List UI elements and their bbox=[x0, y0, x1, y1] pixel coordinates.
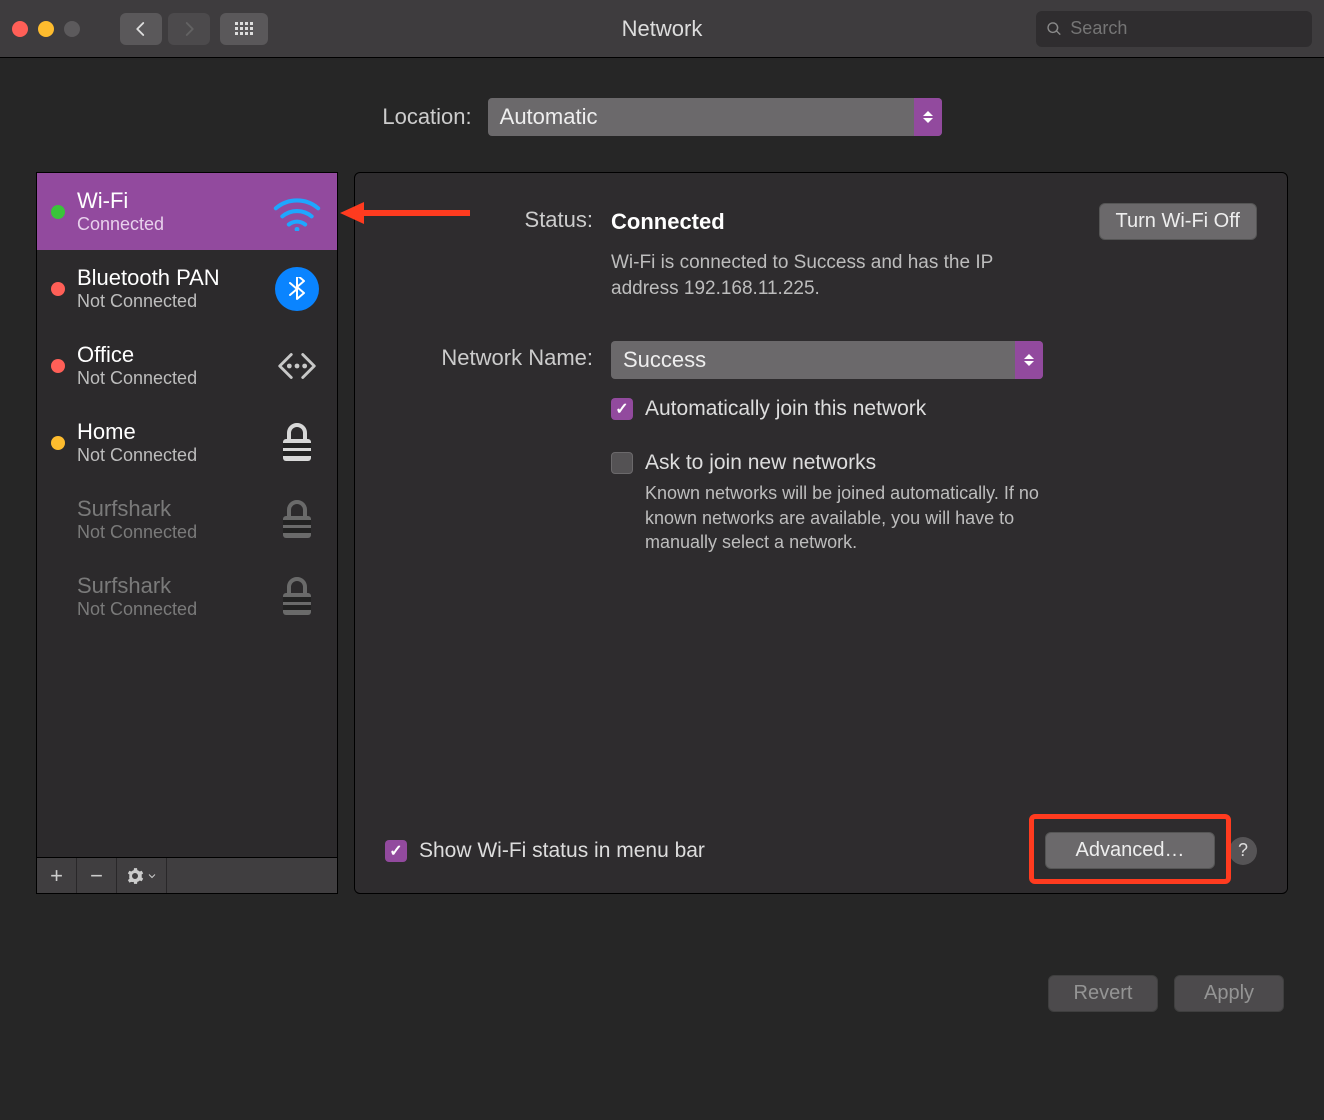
sidebar-item-sub: Not Connected bbox=[77, 445, 259, 466]
sidebar-item-name: Home bbox=[77, 419, 259, 445]
network-dots-icon bbox=[271, 343, 323, 389]
lock-icon bbox=[271, 498, 323, 542]
status-description: Wi-Fi is connected to Success and has th… bbox=[611, 250, 1041, 301]
forward-button[interactable] bbox=[168, 13, 210, 45]
sidebar-item-sub: Connected bbox=[77, 214, 259, 235]
sidebar-item-office[interactable]: Office Not Connected bbox=[37, 327, 337, 404]
show-menu-row[interactable]: Show Wi-Fi status in menu bar bbox=[385, 839, 705, 863]
search-field[interactable] bbox=[1036, 11, 1312, 47]
sidebar-item-name: Surfshark bbox=[77, 496, 259, 522]
status-value: Connected bbox=[611, 209, 725, 235]
status-dot-icon bbox=[51, 359, 65, 373]
detail-panel: Status: Connected Turn Wi-Fi Off Wi-Fi i… bbox=[354, 172, 1288, 894]
close-window-button[interactable] bbox=[12, 21, 28, 37]
interface-actions-button[interactable] bbox=[117, 858, 167, 893]
show-menu-checkbox[interactable] bbox=[385, 840, 407, 862]
status-dot-icon bbox=[51, 282, 65, 296]
sidebar-item-sub: Not Connected bbox=[77, 522, 259, 543]
bottom-buttons: Revert Apply bbox=[1048, 975, 1284, 1012]
sidebar-item-name: Office bbox=[77, 342, 259, 368]
sidebar-item-sub: Not Connected bbox=[77, 599, 259, 620]
sidebar-item-sub: Not Connected bbox=[77, 368, 259, 389]
status-label: Status: bbox=[385, 203, 611, 233]
status-dot-icon bbox=[51, 590, 65, 604]
nav-buttons bbox=[120, 13, 210, 45]
location-value: Automatic bbox=[500, 104, 598, 130]
minimize-window-button[interactable] bbox=[38, 21, 54, 37]
search-icon bbox=[1046, 20, 1062, 38]
help-button[interactable]: ? bbox=[1229, 837, 1257, 865]
sidebar-item-home[interactable]: Home Not Connected bbox=[37, 404, 337, 481]
back-button[interactable] bbox=[120, 13, 162, 45]
sidebar-item-name: Surfshark bbox=[77, 573, 259, 599]
location-select[interactable]: Automatic bbox=[488, 98, 942, 136]
sidebar-item-wifi[interactable]: Wi-Fi Connected bbox=[37, 173, 337, 250]
window-title: Network bbox=[622, 16, 703, 42]
sidebar-item-name: Wi-Fi bbox=[77, 188, 259, 214]
show-all-button[interactable] bbox=[220, 13, 268, 45]
status-dot-icon bbox=[51, 436, 65, 450]
select-stepper-icon bbox=[914, 98, 942, 136]
interface-sidebar: Wi-Fi Connected Bluetooth PAN Not Connec… bbox=[36, 172, 338, 894]
sidebar-item-sub: Not Connected bbox=[77, 291, 259, 312]
show-menu-label: Show Wi-Fi status in menu bar bbox=[419, 839, 705, 863]
sidebar-item-surfshark-1[interactable]: Surfshark Not Connected bbox=[37, 481, 337, 558]
sidebar-item-surfshark-2[interactable]: Surfshark Not Connected bbox=[37, 558, 337, 635]
bluetooth-icon bbox=[271, 267, 323, 311]
zoom-window-button[interactable] bbox=[64, 21, 80, 37]
gear-icon bbox=[126, 867, 144, 885]
auto-join-label: Automatically join this network bbox=[645, 397, 926, 421]
network-name-select[interactable]: Success bbox=[611, 341, 1043, 379]
ask-join-hint: Known networks will be joined automatica… bbox=[645, 481, 1065, 554]
chevron-down-icon bbox=[146, 870, 158, 882]
sidebar-footer: + − bbox=[37, 857, 337, 893]
ask-join-label: Ask to join new networks bbox=[645, 451, 876, 475]
apply-button[interactable]: Apply bbox=[1174, 975, 1284, 1012]
auto-join-row[interactable]: Automatically join this network bbox=[611, 397, 1257, 421]
add-interface-button[interactable]: + bbox=[37, 858, 77, 893]
sidebar-item-bluetooth-pan[interactable]: Bluetooth PAN Not Connected bbox=[37, 250, 337, 327]
location-row: Location: Automatic bbox=[0, 98, 1324, 136]
search-input[interactable] bbox=[1070, 18, 1302, 39]
turn-wifi-off-button[interactable]: Turn Wi-Fi Off bbox=[1099, 203, 1257, 240]
ask-join-row[interactable]: Ask to join new networks bbox=[611, 451, 1257, 475]
grid-icon bbox=[235, 22, 253, 35]
status-dot-icon bbox=[51, 513, 65, 527]
status-dot-icon bbox=[51, 205, 65, 219]
revert-button[interactable]: Revert bbox=[1048, 975, 1158, 1012]
ask-join-checkbox[interactable] bbox=[611, 452, 633, 474]
lock-icon bbox=[271, 421, 323, 465]
remove-interface-button[interactable]: − bbox=[77, 858, 117, 893]
auto-join-checkbox[interactable] bbox=[611, 398, 633, 420]
lock-icon bbox=[271, 575, 323, 619]
sidebar-item-name: Bluetooth PAN bbox=[77, 265, 259, 291]
network-name-value: Success bbox=[623, 347, 706, 373]
titlebar: Network bbox=[0, 0, 1324, 58]
location-label: Location: bbox=[382, 104, 471, 130]
select-stepper-icon bbox=[1015, 341, 1043, 379]
wifi-icon bbox=[271, 192, 323, 231]
window-controls bbox=[12, 21, 80, 37]
network-name-label: Network Name: bbox=[385, 341, 611, 371]
advanced-button[interactable]: Advanced… bbox=[1045, 832, 1215, 869]
